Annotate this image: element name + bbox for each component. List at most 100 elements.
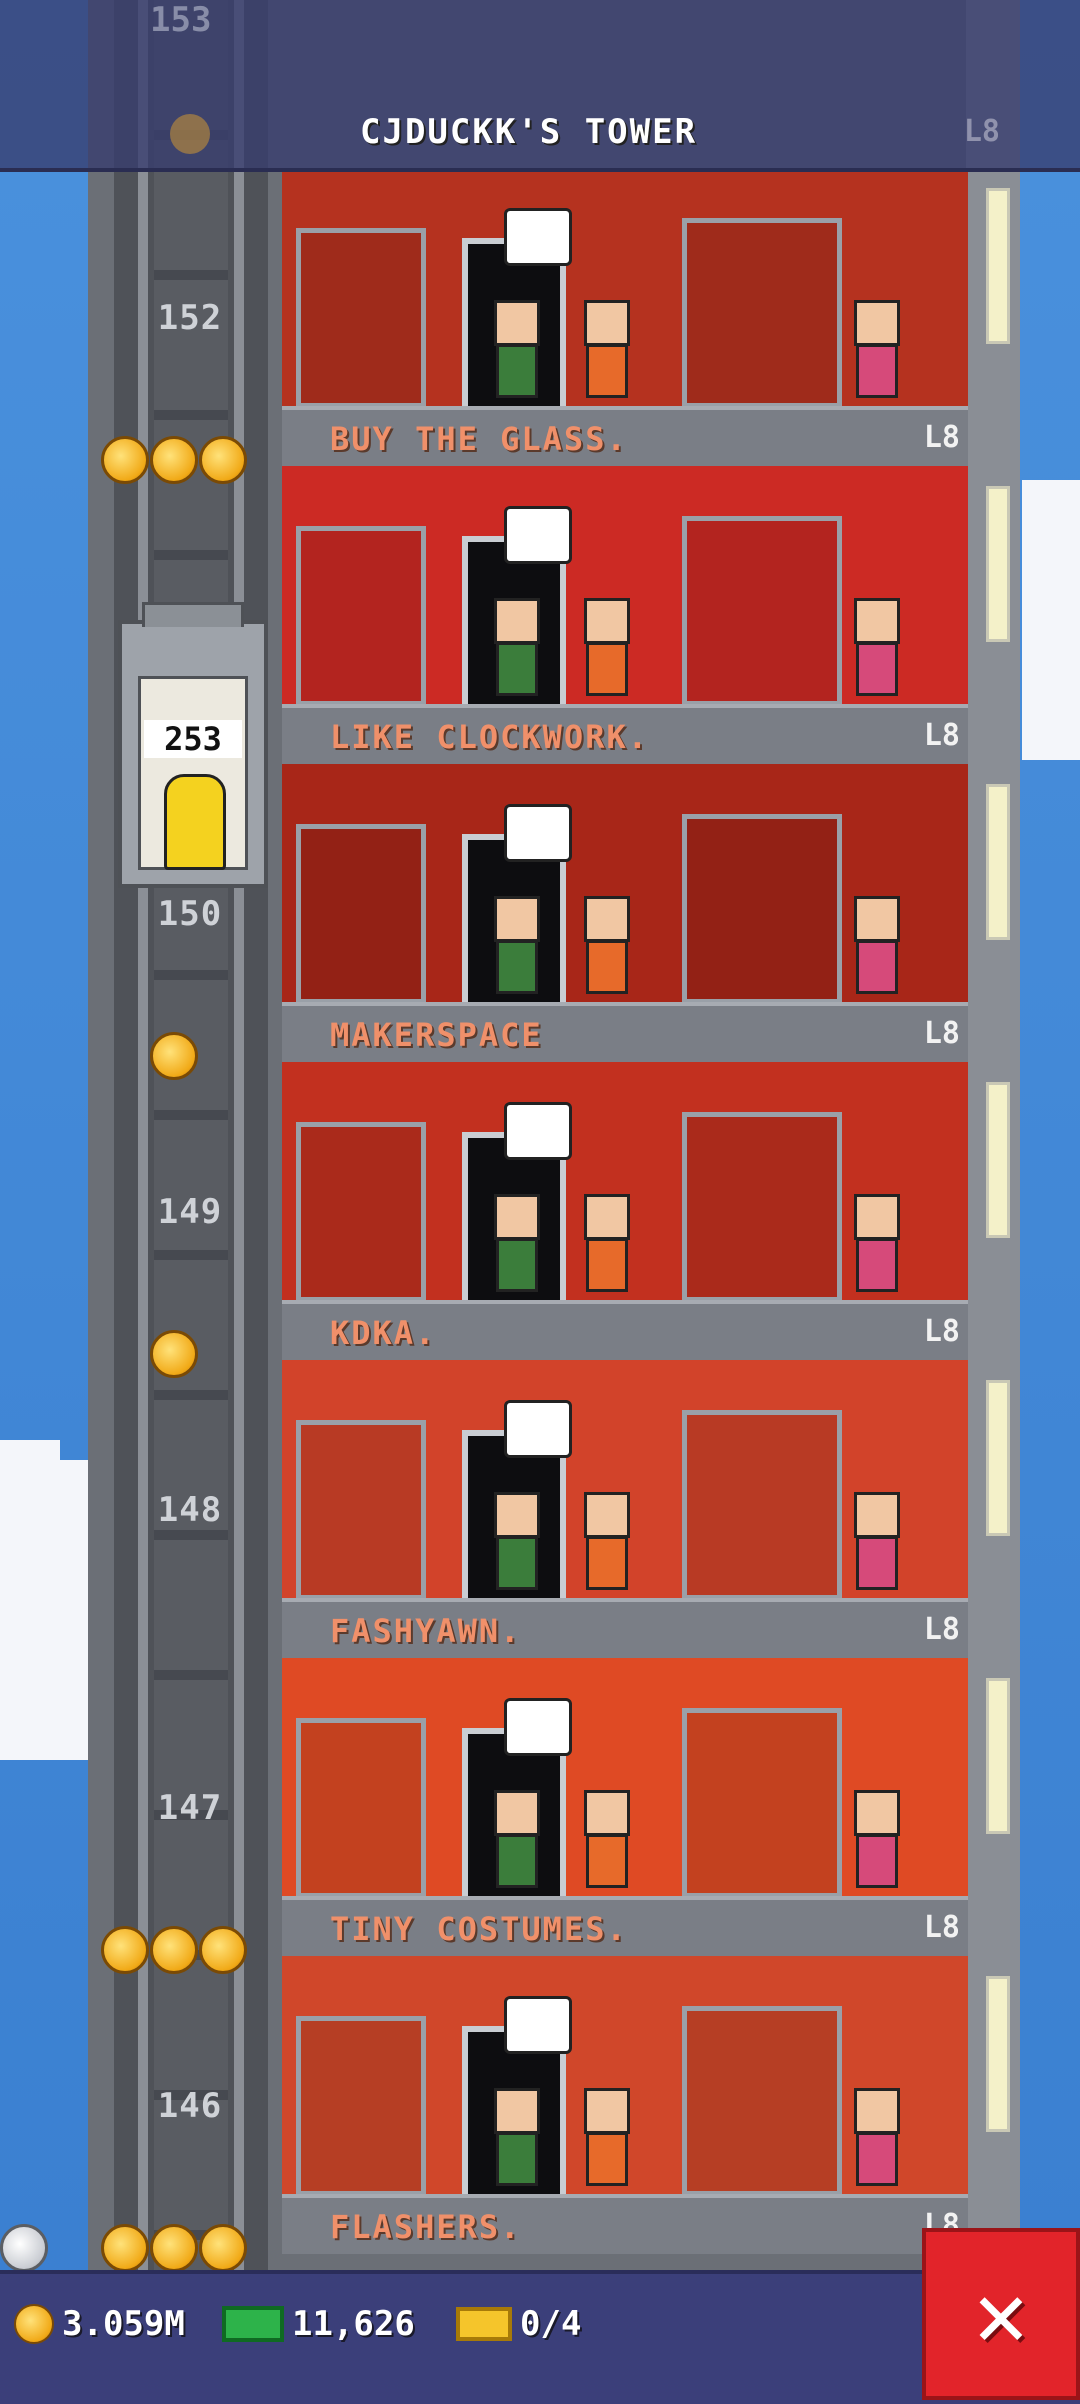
furniture (682, 1112, 842, 1302)
bitizen[interactable] (582, 1194, 630, 1294)
floor-level: L8 (923, 420, 960, 455)
bitizen[interactable] (852, 1492, 900, 1592)
floor-room[interactable]: TINY COSTUMES. L8 (282, 1658, 968, 1956)
gold-star-icon (199, 436, 247, 484)
bitizen[interactable] (852, 1790, 900, 1890)
floor-room[interactable]: FASHYAWN. L8 (282, 1360, 968, 1658)
bitizen[interactable] (582, 1790, 630, 1890)
bitizen[interactable] (582, 2088, 630, 2188)
room-interior (282, 466, 968, 710)
bitizen[interactable] (582, 1492, 630, 1592)
bitizen[interactable] (852, 598, 900, 698)
tower-name: CJDUCKK'S TOWER (360, 112, 698, 152)
furniture (682, 1410, 842, 1600)
bitizen[interactable] (852, 1194, 900, 1294)
floor-label-bar[interactable]: TINY COSTUMES. L8 (282, 1896, 968, 1956)
speech-bubble-icon[interactable] (504, 804, 572, 862)
bitizen[interactable] (492, 1492, 540, 1592)
ghost-level: L8 (963, 114, 1000, 149)
bitizen[interactable] (582, 300, 630, 400)
floor-name: TINY COSTUMES. (330, 1910, 628, 1948)
silver-star-icon (0, 2224, 48, 2272)
bitizen[interactable] (582, 598, 630, 698)
floor-room[interactable]: MAKERSPACE L8 (282, 764, 968, 1062)
furniture (296, 2016, 426, 2196)
floor-level: L8 (923, 1910, 960, 1945)
floor-room[interactable]: KDKA. L8 (282, 1062, 968, 1360)
gold-star-icon (150, 1926, 198, 1974)
gold-star-icon (150, 1330, 198, 1378)
floor-level: L8 (923, 1016, 960, 1051)
gold-star-icon (150, 436, 198, 484)
gold-star-icon (101, 436, 149, 484)
floor-level: L8 (923, 1612, 960, 1647)
cloud (1022, 480, 1080, 760)
cash-icon (222, 2306, 284, 2342)
gold-star-icon (101, 2224, 149, 2272)
furniture (296, 526, 426, 706)
tickets-display[interactable]: 0/4 (456, 2304, 581, 2344)
floor-label-bar[interactable]: KDKA. L8 (282, 1300, 968, 1360)
room-interior (282, 1956, 968, 2200)
furniture (682, 2006, 842, 2196)
speech-bubble-icon[interactable] (504, 1996, 572, 2054)
gold-star-icon (150, 1032, 198, 1080)
floor-name: LIKE CLOCKWORK. (330, 718, 649, 756)
elevator-car[interactable]: 253 (118, 602, 268, 888)
ticket-icon (456, 2307, 512, 2341)
furniture (682, 814, 842, 1004)
floor-label-bar[interactable]: MAKERSPACE L8 (282, 1002, 968, 1062)
floor-label-bar[interactable]: FASHYAWN. L8 (282, 1598, 968, 1658)
floor-label-bar[interactable]: FLASHERS. L8 (282, 2194, 968, 2254)
furniture (682, 1708, 842, 1898)
room-interior (282, 168, 968, 412)
speech-bubble-icon[interactable] (504, 1102, 572, 1160)
room-interior (282, 1658, 968, 1902)
speech-bubble-icon[interactable] (504, 506, 572, 564)
floor-name: MAKERSPACE (330, 1016, 543, 1054)
gold-star-icon (101, 1926, 149, 1974)
elevator-rider (164, 774, 226, 870)
floor-level: L8 (923, 718, 960, 753)
furniture (296, 228, 426, 408)
window-light (986, 1082, 1010, 1238)
ghost-floor-number: 153 (150, 0, 212, 40)
gold-star-icon (150, 2224, 198, 2272)
window-light (986, 784, 1010, 940)
bitizen[interactable] (852, 300, 900, 400)
floor-number: 148 (157, 1490, 223, 1530)
bitizen[interactable] (492, 896, 540, 996)
floor-label-bar[interactable]: BUY THE GLASS. L8 (282, 406, 968, 466)
bitizen[interactable] (852, 2088, 900, 2188)
bitizen[interactable] (492, 598, 540, 698)
floor-name: BUY THE GLASS. (330, 420, 628, 458)
coins-display[interactable]: 3.059M (14, 2304, 185, 2344)
floor-number: 152 (157, 298, 223, 338)
bitizen[interactable] (492, 300, 540, 400)
speech-bubble-icon[interactable] (504, 1400, 572, 1458)
close-button[interactable]: ✕ (922, 2228, 1080, 2400)
floor-room[interactable]: FLASHERS. L8 (282, 1956, 968, 2254)
floor-room[interactable]: LIKE CLOCKWORK. L8 (282, 466, 968, 764)
elevator-display: 253 (144, 720, 242, 758)
floor-label-bar[interactable]: LIKE CLOCKWORK. L8 (282, 704, 968, 764)
floor-number: 146 (157, 2086, 223, 2126)
bitizen[interactable] (492, 2088, 540, 2188)
bottom-hud: 3.059M 11,626 0/4 (0, 2270, 1080, 2404)
window-light (986, 188, 1010, 344)
bitizen[interactable] (492, 1790, 540, 1890)
furniture (682, 516, 842, 706)
floor-name: KDKA. (330, 1314, 437, 1352)
window-light (986, 1678, 1010, 1834)
floor-room[interactable]: BUY THE GLASS. L8 (282, 168, 968, 466)
bitizen[interactable] (492, 1194, 540, 1294)
furniture (296, 1122, 426, 1302)
gold-star-icon (199, 1926, 247, 1974)
tower-title-banner: 153 CJDUCKK'S TOWER L8 (0, 0, 1080, 172)
bux-display[interactable]: 11,626 (222, 2304, 415, 2344)
bitizen[interactable] (582, 896, 630, 996)
bitizen[interactable] (852, 896, 900, 996)
room-interior (282, 764, 968, 1008)
speech-bubble-icon[interactable] (504, 208, 572, 266)
speech-bubble-icon[interactable] (504, 1698, 572, 1756)
